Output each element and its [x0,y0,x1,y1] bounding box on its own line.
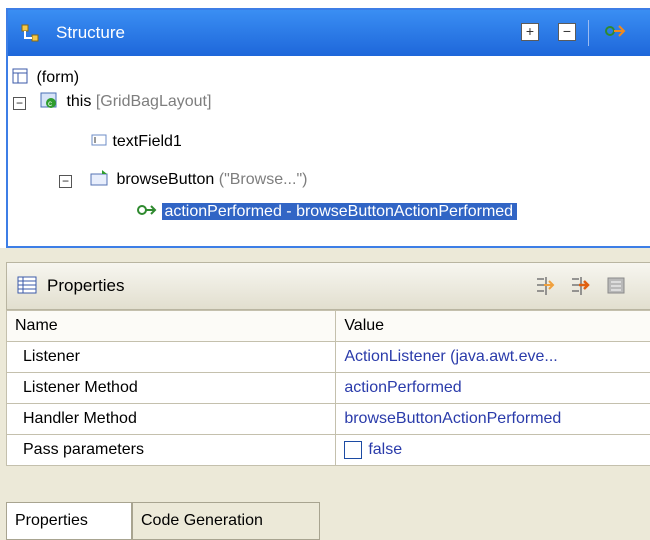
property-value[interactable]: actionPerformed [336,373,650,404]
tree-row-event-handler[interactable]: actionPerformed - browseButtonActionPerf… [136,200,517,224]
column-header-name[interactable]: Name [7,311,336,342]
tree-label: this [66,93,91,110]
structure-title: Structure [56,23,125,43]
panel-icon: c [40,91,58,109]
tree-label-selected: actionPerformed - browseButtonActionPerf… [162,203,517,220]
property-name: Handler Method [7,404,336,435]
table-row[interactable]: Listener ActionListener (java.awt.eve... [7,342,650,373]
goto-handler-icon[interactable] [569,275,591,297]
tree-label: browseButton [116,171,214,188]
structure-header: Structure + − [8,10,650,56]
collapse-toggle[interactable]: − [59,175,72,188]
tree-row-textfield[interactable]: textField1 [90,130,182,154]
properties-icon [17,276,37,294]
show-events-icon[interactable] [534,275,556,297]
tree-label: (form) [36,69,79,86]
structure-view: Structure + − (form) − c this [0,0,650,248]
event-icon [136,203,158,217]
table-row[interactable]: Pass parameters false [7,435,650,466]
text-field-icon [90,131,108,149]
button-icon [90,169,110,187]
table-row[interactable]: Listener Method actionPerformed [7,373,650,404]
property-name: Pass parameters [7,435,336,466]
table-header-row: Name Value [7,311,650,342]
tree-sublabel: ("Browse...") [219,171,308,188]
properties-header: Properties [6,262,650,310]
tab-properties[interactable]: Properties [6,502,132,540]
tree-row-form[interactable]: (form) [12,66,79,90]
toolbar-separator [588,20,589,46]
properties-title: Properties [47,276,124,296]
properties-table: Name Value Listener ActionListener (java… [6,310,650,466]
tree-row-browsebutton[interactable]: browseButton ("Browse...") [90,168,307,192]
expand-all-button[interactable]: + [521,23,539,41]
structure-frame: Structure + − (form) − c this [6,8,650,248]
collapse-toggle[interactable]: − [13,97,26,110]
tree-row-this[interactable]: c this [GridBagLayout] [40,90,211,114]
event-link-icon[interactable] [604,22,626,40]
property-value[interactable]: ActionListener (java.awt.eve... [336,342,650,373]
collapse-all-button[interactable]: − [558,23,576,41]
properties-view: Properties Name Value Listener ActionLis… [6,262,650,539]
property-name: Listener [7,342,336,373]
property-value[interactable]: browseButtonActionPerformed [336,404,650,435]
structure-icon [20,23,42,45]
menu-icon[interactable] [607,277,627,295]
pass-parameters-checkbox[interactable] [344,441,362,459]
svg-text:c: c [48,99,52,108]
tree-sublabel: [GridBagLayout] [96,93,212,110]
table-row[interactable]: Handler Method browseButtonActionPerform… [7,404,650,435]
tree-label: textField1 [112,133,181,150]
form-icon [12,68,28,84]
property-name: Listener Method [7,373,336,404]
tab-code-generation[interactable]: Code Generation [132,502,320,540]
column-header-value[interactable]: Value [336,311,650,342]
checkbox-label: false [368,441,402,458]
property-value[interactable]: false [336,435,650,466]
